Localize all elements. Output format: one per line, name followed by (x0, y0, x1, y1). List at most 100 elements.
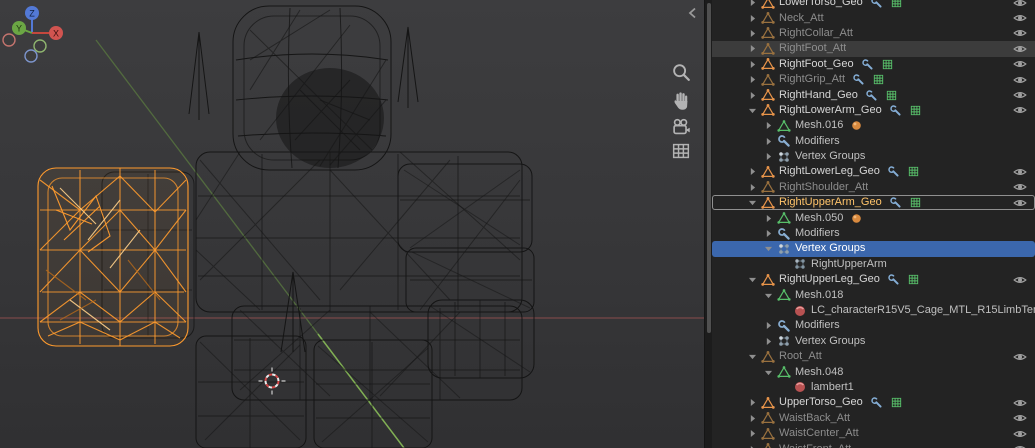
pan-hand-icon[interactable] (670, 90, 696, 116)
outliner-row[interactable]: Neck_Att (712, 10, 1035, 25)
visibility-eye-icon[interactable] (1013, 103, 1027, 117)
disclosure-right-icon[interactable] (762, 212, 775, 225)
disclosure-right-icon[interactable] (762, 227, 775, 240)
outliner-row[interactable]: Modifiers (712, 134, 1035, 149)
disclosure-right-icon[interactable] (746, 58, 759, 71)
visibility-eye-icon[interactable] (1013, 11, 1027, 25)
disclosure-down-icon[interactable] (746, 273, 759, 286)
outliner-row[interactable]: RightShoulder_Att (712, 180, 1035, 195)
outliner-row[interactable]: LC_characterR15V5_Cage_MTL_R15LimbTempla (712, 303, 1035, 318)
outliner-row[interactable]: RightFoot_Geo (712, 57, 1035, 72)
outliner-row[interactable]: UpperTorso_Geo (712, 395, 1035, 410)
mesh-object-icon (761, 103, 775, 117)
mesh-data-badge-icon (907, 165, 920, 178)
collapse-panel-chevron-icon[interactable] (686, 6, 700, 20)
outliner-row[interactable]: Modifiers (712, 318, 1035, 333)
outliner-row[interactable]: Vertex Groups (712, 334, 1035, 349)
visibility-eye-icon[interactable] (1013, 73, 1027, 87)
disclosure-right-icon[interactable] (746, 73, 759, 86)
zoom-icon[interactable] (670, 62, 696, 88)
disclosure-down-icon[interactable] (746, 104, 759, 117)
disclosure-right-icon[interactable] (762, 119, 775, 132)
visibility-eye-icon[interactable] (1013, 180, 1027, 194)
visibility-eye-icon[interactable] (1013, 442, 1027, 448)
visibility-eye-icon[interactable] (1013, 42, 1027, 56)
outliner-panel[interactable]: LowerTorso_Geo Neck_Att RightCollar_Att Rig… (712, 0, 1035, 448)
outliner-row[interactable]: RightUpperArm_Geo (712, 195, 1035, 210)
disclosure-right-icon[interactable] (762, 150, 775, 163)
outliner-row[interactable]: Vertex Groups (712, 149, 1035, 164)
mesh-data-badge-icon (890, 0, 903, 9)
scrollbar-thumb[interactable] (707, 3, 711, 333)
disclosure-right-icon[interactable] (746, 89, 759, 102)
outliner-row[interactable]: RightHand_Geo (712, 87, 1035, 102)
mesh-data-badge-icon (885, 89, 898, 102)
disclosure-right-icon[interactable] (746, 12, 759, 25)
outliner-row[interactable]: RightUpperArm (712, 257, 1035, 272)
outliner-row[interactable]: WaistCenter_Att (712, 426, 1035, 441)
outliner-row-label: RightUpperArm_Geo (779, 196, 882, 209)
outliner-row[interactable]: RightUpperLeg_Geo (712, 272, 1035, 287)
visibility-eye-icon[interactable] (1013, 26, 1027, 40)
visibility-eye-icon[interactable] (1013, 57, 1027, 71)
visibility-eye-icon[interactable] (1013, 427, 1027, 441)
outliner-row[interactable]: Mesh.050 (712, 210, 1035, 225)
disclosure-right-icon[interactable] (746, 27, 759, 40)
outliner-row[interactable]: Vertex Groups (712, 241, 1035, 257)
gizmo-neg-x-axis[interactable] (2, 33, 16, 47)
visibility-eye-icon[interactable] (1013, 411, 1027, 425)
visibility-eye-icon[interactable] (1013, 196, 1027, 210)
disclosure-down-icon[interactable] (762, 242, 775, 255)
3d-cursor[interactable] (258, 367, 286, 395)
outliner-row[interactable]: RightLowerArm_Geo (712, 103, 1035, 118)
disclosure-right-icon[interactable] (746, 427, 759, 440)
3d-viewport[interactable]: Z Y X (0, 0, 704, 448)
outliner-row[interactable]: WaistBack_Att (712, 411, 1035, 426)
mesh-data-icon (777, 365, 791, 379)
outliner-row-label: Neck_Att (779, 11, 824, 24)
disclosure-right-icon[interactable] (746, 396, 759, 409)
grid-ortho-icon[interactable] (670, 140, 696, 166)
outliner-row[interactable]: RightFoot_Att (712, 41, 1035, 57)
material-badge-icon (850, 119, 863, 132)
outliner-row[interactable]: RightGrip_Att (712, 72, 1035, 87)
gizmo-neg-y-axis[interactable] (33, 39, 47, 53)
outliner-row-label: RightLowerArm_Geo (779, 103, 882, 116)
outliner-row[interactable]: Modifiers (712, 226, 1035, 241)
disclosure-down-icon[interactable] (746, 350, 759, 363)
disclosure-down-icon[interactable] (746, 196, 759, 209)
disclosure-down-icon[interactable] (762, 289, 775, 302)
outliner-row[interactable]: Mesh.016 (712, 118, 1035, 133)
disclosure-right-icon[interactable] (762, 319, 775, 332)
outliner-row[interactable]: Mesh.048 (712, 364, 1035, 379)
disclosure-right-icon[interactable] (746, 165, 759, 178)
disclosure-right-icon[interactable] (746, 0, 759, 9)
visibility-eye-icon[interactable] (1013, 350, 1027, 364)
disclosure-down-icon[interactable] (762, 366, 775, 379)
disclosure-right-icon[interactable] (762, 135, 775, 148)
navigation-gizmo[interactable]: Z Y X (0, 0, 70, 66)
outliner-row[interactable]: RightLowerLeg_Geo (712, 164, 1035, 179)
disclosure-right-icon[interactable] (746, 443, 759, 448)
outliner-row-label: LC_characterR15V5_Cage_MTL_R15LimbTempla (811, 304, 1035, 316)
outliner-row[interactable]: RightCollar_Att (712, 26, 1035, 41)
attachment-object-icon (761, 42, 775, 56)
outliner-row[interactable]: WaistFront_Att (712, 441, 1035, 448)
visibility-eye-icon[interactable] (1013, 0, 1027, 10)
visibility-eye-icon[interactable] (1013, 165, 1027, 179)
disclosure-right-icon[interactable] (746, 412, 759, 425)
camera-view-icon[interactable] (670, 116, 696, 142)
visibility-eye-icon[interactable] (1013, 396, 1027, 410)
modifiers-badge-icon (870, 0, 883, 9)
gizmo-neg-z-axis[interactable] (24, 49, 38, 63)
visibility-eye-icon[interactable] (1013, 88, 1027, 102)
disclosure-right-icon[interactable] (746, 181, 759, 194)
outliner-row[interactable]: LowerTorso_Geo (712, 0, 1035, 10)
disclosure-right-icon[interactable] (762, 335, 775, 348)
disclosure-right-icon[interactable] (746, 42, 759, 55)
outliner-row[interactable]: Mesh.018 (712, 287, 1035, 302)
mesh-object-icon (761, 396, 775, 410)
visibility-eye-icon[interactable] (1013, 273, 1027, 287)
outliner-row[interactable]: lambert1 (712, 380, 1035, 395)
outliner-row[interactable]: Root_Att (712, 349, 1035, 364)
